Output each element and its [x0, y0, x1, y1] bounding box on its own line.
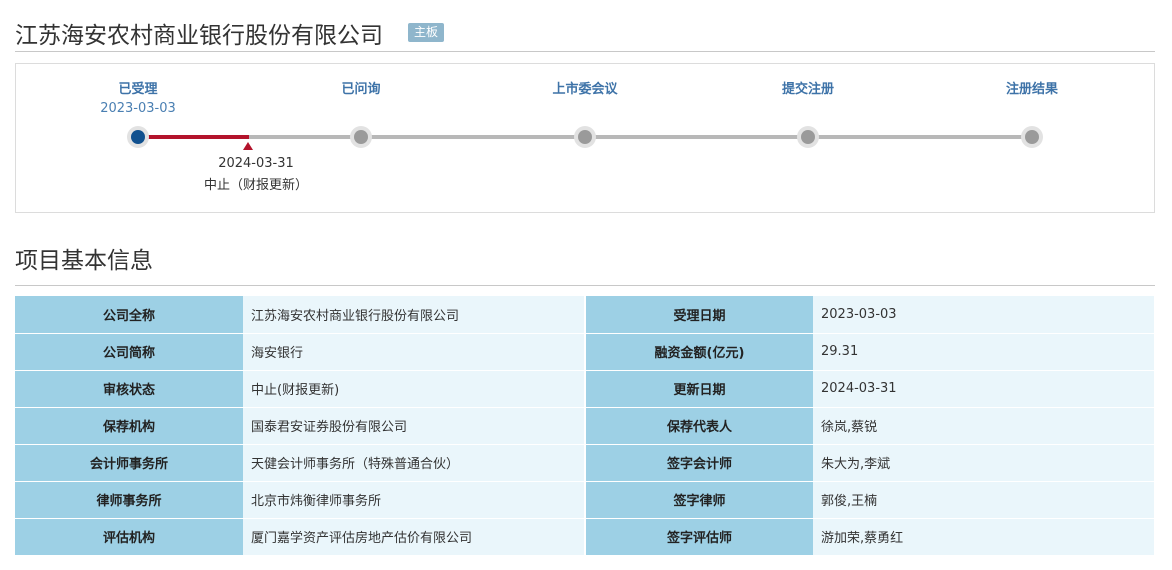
field-label: 评估机构: [15, 518, 243, 556]
suspend-date: 2024-03-31: [218, 156, 294, 171]
section-title: 项目基本信息: [15, 243, 1155, 286]
table-row: 审核状态 中止(财报更新) 更新日期 2024-03-31: [15, 370, 1156, 408]
stage-label: 提交注册: [781, 82, 834, 97]
field-label: 律师事务所: [15, 481, 243, 519]
board-badge: 主板: [408, 23, 445, 42]
field-label: 会计师事务所: [15, 444, 243, 482]
stage-accepted: 已受理 2023-03-03: [58, 81, 218, 119]
field-label: 保荐机构: [15, 407, 243, 445]
field-value: 江苏海安农村商业银行股份有限公司: [243, 296, 586, 334]
stage-label: 已受理: [118, 82, 158, 97]
table-row: 保荐机构 国泰君安证券股份有限公司 保荐代表人 徐岚,蔡锐: [15, 407, 1156, 445]
stage-date: 2023-03-03: [100, 101, 176, 116]
field-label: 受理日期: [585, 296, 813, 334]
table-row: 会计师事务所 天健会计师事务所（特殊普通合伙） 签字会计师 朱大为,李斌: [15, 444, 1156, 482]
field-value: 海安银行: [243, 333, 586, 371]
suspend-info: 2024-03-31 中止（财报更新）: [146, 153, 366, 197]
project-info-table: 公司全称 江苏海安农村商业银行股份有限公司 受理日期 2023-03-03 公司…: [15, 296, 1156, 556]
field-value: 徐岚,蔡锐: [813, 407, 1156, 445]
stage-node-listing-committee: [574, 126, 596, 148]
suspend-status: 中止（财报更新）: [203, 178, 308, 193]
field-label: 融资金额(亿元): [585, 333, 813, 371]
field-value: 29.31: [813, 333, 1156, 371]
field-label: 公司简称: [15, 333, 243, 371]
stage-node-registration-result: [1021, 126, 1043, 148]
company-name: 江苏海安农村商业银行股份有限公司: [15, 23, 383, 49]
stage-label: 注册结果: [1005, 82, 1058, 97]
field-label: 保荐代表人: [585, 407, 813, 445]
stage-registration-result: 注册结果: [952, 81, 1112, 99]
field-label: 签字会计师: [585, 444, 813, 482]
field-value: 厦门嘉学资产评估房地产估价有限公司: [243, 518, 586, 556]
company-header: 江苏海安农村商业银行股份有限公司 主板: [15, 10, 1155, 52]
field-value: 国泰君安证券股份有限公司: [243, 407, 586, 445]
stage-label: 已问询: [341, 82, 381, 97]
table-row: 律师事务所 北京市炜衡律师事务所 签字律师 郭俊,王楠: [15, 481, 1156, 519]
field-value: 天健会计师事务所（特殊普通合伙）: [243, 444, 586, 482]
table-row: 评估机构 厦门嘉学资产评估房地产估价有限公司 签字评估师 游加荣,蔡勇红: [15, 518, 1156, 556]
field-label: 审核状态: [15, 370, 243, 408]
stage-submit-registration: 提交注册: [728, 81, 888, 99]
field-value: 北京市炜衡律师事务所: [243, 481, 586, 519]
field-value: 2023-03-03: [813, 296, 1156, 334]
field-label: 更新日期: [585, 370, 813, 408]
stage-node-accepted: [127, 126, 149, 148]
field-value: 2024-03-31: [813, 370, 1156, 408]
stage-node-submit-registration: [797, 126, 819, 148]
field-value: 朱大为,李斌: [813, 444, 1156, 482]
progress-track-filled: [138, 135, 249, 139]
field-value: 中止(财报更新): [243, 370, 586, 408]
table-row: 公司简称 海安银行 融资金额(亿元) 29.31: [15, 333, 1156, 371]
stage-listing-committee: 上市委会议: [505, 81, 665, 99]
review-progress-panel: 已受理 2023-03-03 已问询 上市委会议 提交注册 注册结果 2024-…: [15, 63, 1155, 213]
field-value: 郭俊,王楠: [813, 481, 1156, 519]
stage-node-inquired: [350, 126, 372, 148]
field-label: 签字评估师: [585, 518, 813, 556]
suspend-marker-icon: [243, 142, 253, 150]
stage-label: 上市委会议: [552, 82, 618, 97]
field-label: 公司全称: [15, 296, 243, 334]
table-row: 公司全称 江苏海安农村商业银行股份有限公司 受理日期 2023-03-03: [15, 296, 1156, 334]
field-value: 游加荣,蔡勇红: [813, 518, 1156, 556]
stage-inquired: 已问询: [281, 81, 441, 99]
field-label: 签字律师: [585, 481, 813, 519]
